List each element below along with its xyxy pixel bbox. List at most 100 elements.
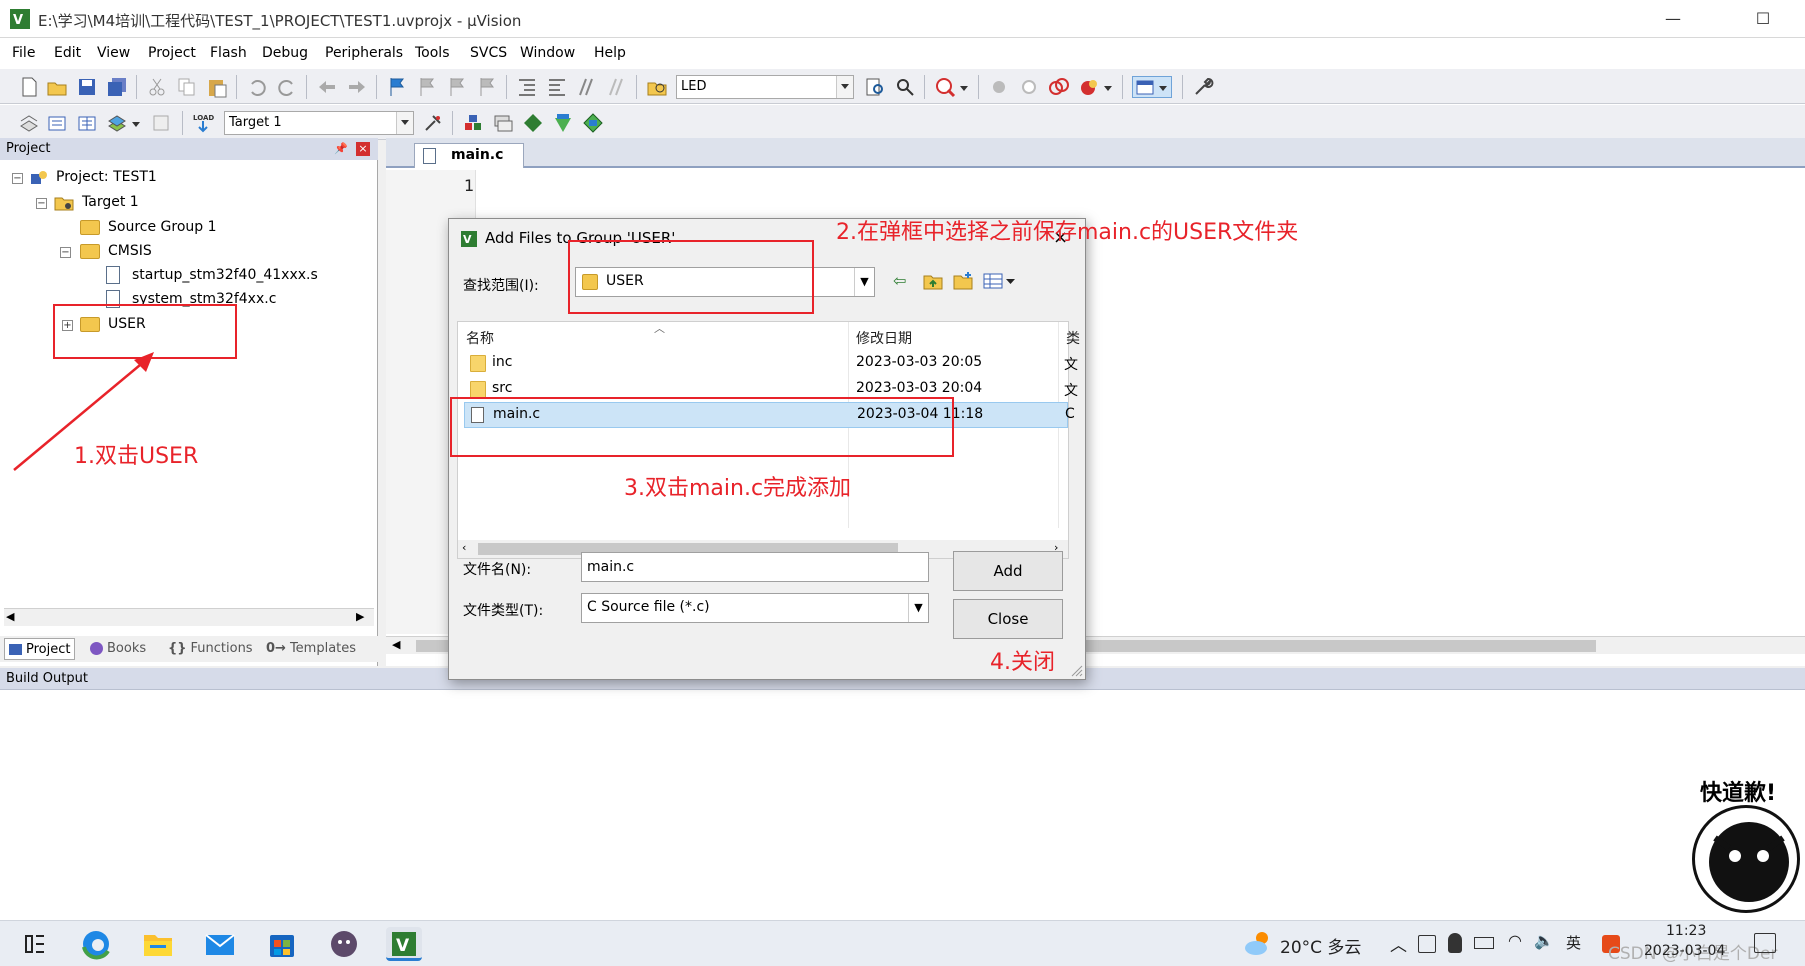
bookmark-next-icon[interactable]: [446, 76, 468, 98]
menu-help[interactable]: Help: [594, 45, 626, 61]
chevron-down-icon[interactable]: [396, 112, 413, 134]
mail-icon[interactable]: [202, 927, 238, 961]
input-method-icon[interactable]: 英: [1566, 932, 1581, 953]
pack-installer-icon[interactable]: [552, 112, 574, 134]
tree-item-project[interactable]: − Project: TEST1: [12, 166, 312, 190]
scroll-right-icon[interactable]: ▶: [356, 610, 364, 623]
close-icon[interactable]: ×: [356, 142, 370, 156]
rebuild-icon[interactable]: [76, 112, 98, 134]
notification-icon[interactable]: [1754, 933, 1776, 953]
avatar-app-icon[interactable]: [326, 927, 362, 961]
build-icon[interactable]: [46, 112, 68, 134]
new-file-icon[interactable]: [18, 76, 40, 98]
scroll-left-icon[interactable]: ◀: [392, 638, 400, 651]
menu-debug[interactable]: Debug: [262, 45, 308, 61]
translate-icon[interactable]: [18, 112, 40, 134]
find-in-files-icon[interactable]: [646, 76, 668, 98]
bookmark-previous-icon[interactable]: [416, 76, 438, 98]
menu-view[interactable]: View: [97, 45, 130, 61]
tab-project[interactable]: Project: [4, 638, 76, 660]
manage-project-items-icon[interactable]: [462, 112, 484, 134]
tray-app-icon[interactable]: [1418, 935, 1436, 953]
menu-svcs[interactable]: SVCS: [470, 45, 507, 61]
paste-icon[interactable]: [206, 76, 228, 98]
navigate-forward-icon[interactable]: [346, 76, 368, 98]
column-type-header[interactable]: 类: [1058, 322, 1088, 350]
new-folder-icon[interactable]: [953, 271, 973, 291]
tree-item-startup-file[interactable]: startup_stm32f40_41xxx.s: [104, 264, 374, 288]
qq-icon[interactable]: [1448, 933, 1462, 953]
battery-icon[interactable]: [1474, 937, 1494, 949]
download-load-icon[interactable]: LOAD: [192, 112, 214, 134]
open-file-icon[interactable]: [46, 76, 68, 98]
chevron-down-icon[interactable]: [130, 112, 142, 134]
uvision-taskbar-icon[interactable]: V: [386, 927, 422, 961]
minimize-icon[interactable]: —: [1650, 6, 1696, 32]
uncomment-icon[interactable]: [606, 76, 628, 98]
breakpoint-disable-all-icon[interactable]: [1048, 76, 1070, 98]
comment-icon[interactable]: [576, 76, 598, 98]
pin-icon[interactable]: 📌: [334, 142, 348, 156]
unindent-icon[interactable]: [546, 76, 568, 98]
scroll-left-icon[interactable]: ‹: [462, 541, 466, 554]
file-explorer-icon[interactable]: [140, 927, 176, 961]
stop-build-icon[interactable]: [150, 112, 172, 134]
collapse-icon[interactable]: −: [60, 247, 71, 258]
horizontal-scrollbar[interactable]: ◀ ▶: [4, 608, 374, 626]
chevron-down-icon[interactable]: [958, 76, 970, 98]
batch-build-icon[interactable]: [106, 112, 128, 134]
resize-grip-icon[interactable]: [1069, 663, 1083, 677]
list-item[interactable]: inc 2023-03-03 20:05 文: [458, 350, 1078, 376]
tray-expand-icon[interactable]: ︿: [1390, 931, 1407, 956]
scroll-left-icon[interactable]: ◀: [6, 610, 14, 623]
up-folder-icon[interactable]: [923, 271, 943, 291]
back-arrow-icon[interactable]: ⇦: [893, 271, 913, 291]
menu-flash[interactable]: Flash: [210, 45, 247, 61]
menu-tools[interactable]: Tools: [415, 45, 450, 61]
clock-time[interactable]: 11:23: [1666, 923, 1706, 939]
undo-icon[interactable]: [246, 76, 268, 98]
weather-text[interactable]: 20°C 多云: [1280, 933, 1361, 958]
collapse-icon[interactable]: −: [12, 173, 23, 184]
column-name-header[interactable]: 名称 ︿: [458, 322, 848, 350]
maximize-icon[interactable]: ☐: [1740, 6, 1786, 32]
save-icon[interactable]: [76, 76, 98, 98]
cut-icon[interactable]: [146, 76, 168, 98]
volume-icon[interactable]: 🔈: [1534, 931, 1554, 950]
task-view-icon[interactable]: [18, 927, 54, 961]
filetype-select[interactable]: C Source file (*.c) ▼: [581, 593, 929, 623]
debug-session-icon[interactable]: [934, 76, 956, 98]
window-layout-icon[interactable]: [1132, 76, 1172, 98]
breakpoint-enable-icon[interactable]: [1018, 76, 1040, 98]
target-options-icon[interactable]: [422, 112, 444, 134]
tab-templates[interactable]: 0→ Templates: [262, 638, 360, 660]
find-combo[interactable]: LED: [676, 75, 854, 99]
tree-item-source-group[interactable]: Source Group 1: [80, 216, 340, 240]
collapse-icon[interactable]: −: [36, 198, 47, 209]
menu-edit[interactable]: Edit: [54, 45, 81, 61]
select-packs-icon[interactable]: [492, 112, 514, 134]
navigate-back-icon[interactable]: [316, 76, 338, 98]
copy-icon[interactable]: [176, 76, 198, 98]
view-menu-icon[interactable]: [983, 271, 1017, 291]
tab-functions[interactable]: {} Functions: [164, 638, 257, 660]
manage-rte-icon[interactable]: [522, 112, 544, 134]
target-select[interactable]: Target 1: [224, 111, 414, 135]
tab-main-c[interactable]: main.c: [414, 143, 524, 168]
menu-window[interactable]: Window: [520, 45, 575, 61]
rte-components-icon[interactable]: [582, 112, 604, 134]
column-date-header[interactable]: 修改日期: [848, 322, 1058, 350]
chevron-down-icon[interactable]: [1102, 76, 1114, 98]
tree-item-cmsis[interactable]: − CMSIS: [60, 240, 320, 264]
breakpoint-icon[interactable]: [988, 76, 1010, 98]
store-icon[interactable]: [264, 927, 300, 961]
menu-file[interactable]: File: [12, 45, 35, 61]
breakpoint-kill-all-icon[interactable]: [1078, 76, 1100, 98]
tree-item-target[interactable]: − Target 1: [36, 191, 336, 215]
chevron-down-icon[interactable]: [836, 76, 853, 98]
add-button[interactable]: Add: [953, 551, 1063, 591]
clock-date[interactable]: 2023-03-04: [1644, 943, 1725, 959]
edge-browser-icon[interactable]: [78, 927, 114, 961]
menu-project[interactable]: Project: [148, 45, 196, 61]
wifi-icon[interactable]: ◠: [1508, 931, 1522, 950]
